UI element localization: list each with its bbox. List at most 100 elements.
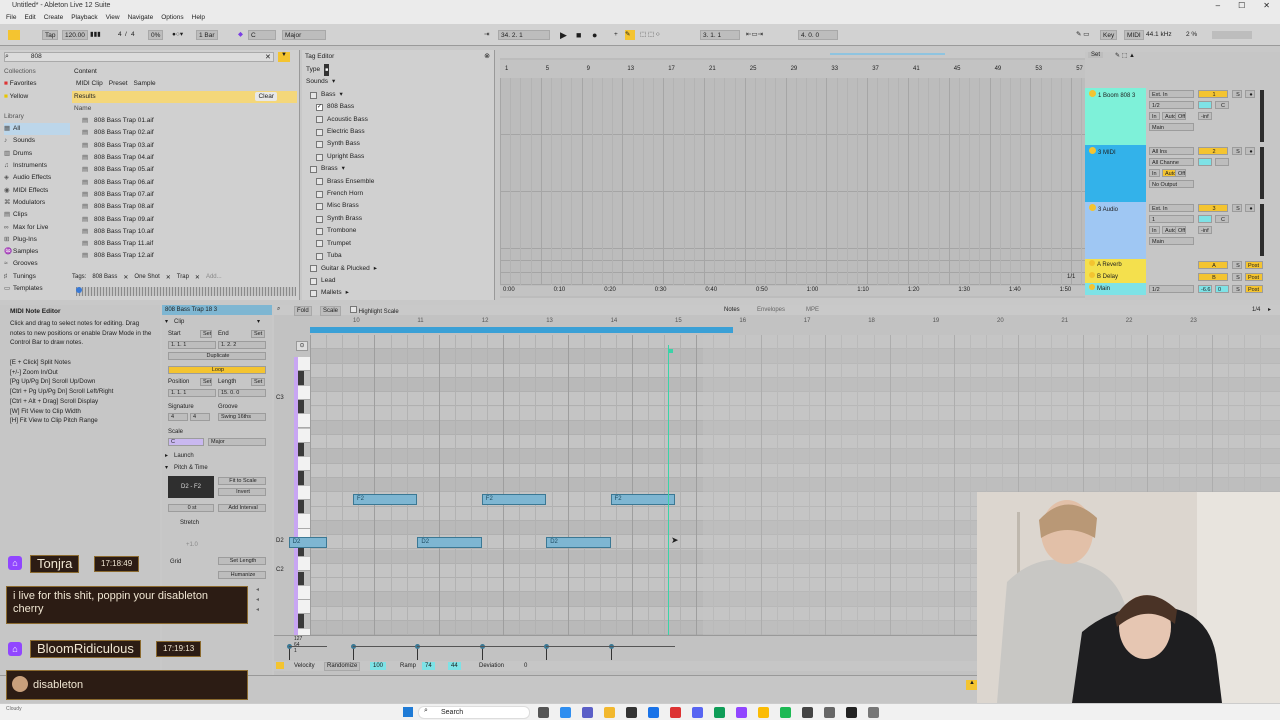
clip-menu-icon[interactable]: ▾ (257, 318, 260, 326)
return-letter[interactable]: B (1198, 273, 1228, 281)
tag-item[interactable]: Misc Brass (306, 200, 491, 212)
add-interval-button[interactable]: Add Interval (218, 504, 266, 512)
input-channel-select[interactable]: 1 (1149, 215, 1194, 223)
set-button[interactable]: Set (1088, 52, 1104, 58)
name-column-header[interactable]: Name (72, 103, 297, 115)
piano-keys[interactable] (294, 357, 310, 643)
app-icon[interactable] (714, 707, 725, 718)
return-letter[interactable]: A (1198, 261, 1228, 269)
monitor-in[interactable]: In (1149, 226, 1160, 234)
monitor-off[interactable]: Off (1175, 112, 1186, 120)
solo-button[interactable]: S (1232, 147, 1242, 155)
track-activator-icon[interactable] (1089, 90, 1096, 97)
midi-map-button[interactable]: MIDI (1124, 30, 1144, 40)
tag-checkbox[interactable] (310, 290, 317, 298)
draw-mode-icon[interactable]: ✎ ▭ (1076, 30, 1089, 40)
remove-tag-icon[interactable]: ✕ (195, 274, 200, 281)
menu-options[interactable]: Options (161, 12, 183, 24)
tag-item[interactable]: Synth Bass (306, 138, 491, 150)
filter-midi-clip[interactable]: MIDI Clip (76, 78, 103, 90)
input-channel-select[interactable]: 1/2 (1149, 101, 1194, 109)
meter-denominator[interactable]: 4 (131, 30, 135, 40)
arrangement-overview[interactable] (500, 50, 1085, 58)
tag-item[interactable]: Trombone (306, 225, 491, 237)
output-select[interactable]: Main (1149, 123, 1194, 131)
tag-checkbox[interactable] (316, 190, 323, 198)
main-channel[interactable]: 1/2 (1149, 285, 1194, 293)
scroll-arrows-icon[interactable]: ◂ ◂ ◂ (256, 585, 259, 615)
start-field[interactable]: 1. 1. 1 (168, 341, 216, 349)
close-tag-editor-icon[interactable]: ⊗ (484, 52, 490, 60)
content-label[interactable]: Content (72, 66, 297, 78)
search-notes-icon[interactable]: ⌕ (277, 306, 280, 313)
list-item[interactable]: ▤ 808 Bass Trap 07.aif (72, 189, 297, 201)
list-item[interactable]: ▤ 808 Bass Trap 05.aif (72, 164, 297, 176)
sidebar-item-clips[interactable]: ▤ Clips (4, 209, 70, 221)
remove-tag-icon[interactable]: ✕ (166, 274, 171, 281)
song-position[interactable]: 34. 2. 1 (498, 30, 550, 40)
input-channel-select[interactable]: All Channe (1149, 158, 1194, 166)
clear-button[interactable]: Clear (255, 91, 277, 101)
randomize-amount[interactable]: 100 (370, 662, 387, 670)
position-field[interactable]: 1. 1. 1 (168, 389, 216, 397)
tag-checkbox[interactable]: ✓ (316, 103, 323, 111)
time-ruler[interactable]: 0:00 0:10 0:20 0:30 0:40 0:50 1:00 1:10 1:20 1:30… (500, 286, 1085, 296)
track-number[interactable]: 3 (1198, 204, 1228, 212)
chrome-icon[interactable] (758, 707, 769, 718)
add-tag-button[interactable]: Add... (206, 274, 222, 280)
tag-item[interactable]: Mallets ▸ (306, 287, 491, 299)
quantize-select[interactable]: 1 Bar (196, 30, 218, 40)
tag-item[interactable]: Upright Bass (306, 151, 491, 163)
track-number[interactable]: 1 (1198, 90, 1228, 98)
pan-field[interactable] (1215, 158, 1229, 166)
maximize-icon[interactable]: ☐ (1238, 0, 1245, 12)
end-set-button[interactable]: Set (251, 330, 265, 338)
tag-item[interactable]: Guitar & Plucked ▸ (306, 263, 491, 275)
midi-note[interactable]: D2 (288, 537, 328, 548)
duplicate-button[interactable]: Duplicate (168, 352, 266, 360)
app-icon[interactable] (802, 707, 813, 718)
menu-navigate[interactable]: Navigate (128, 12, 154, 24)
list-item[interactable]: ▤ 808 Bass Trap 08.aif (72, 201, 297, 213)
tag-item[interactable]: Acoustic Bass (306, 114, 491, 126)
grid-fraction[interactable]: 1/4 (1252, 306, 1260, 314)
teams-icon[interactable] (582, 707, 593, 718)
swing-field[interactable]: 0% (148, 30, 164, 40)
tag-checkbox[interactable] (310, 265, 317, 273)
remove-tag-icon[interactable]: ✕ (123, 274, 128, 281)
ramp-start[interactable]: 74 (422, 662, 435, 670)
list-item[interactable]: ▤ 808 Bass Trap 03.aif (72, 140, 297, 152)
monitor-auto[interactable]: Auto (1162, 112, 1176, 120)
app-icon[interactable] (670, 707, 681, 718)
tag-item[interactable]: Electric Bass (306, 126, 491, 138)
bar-ruler[interactable]: 1 5 9 13 17 21 25 29 33 37 41 45 49 53 57 (500, 60, 1085, 78)
sounds-header[interactable]: Sounds ▾ (306, 76, 491, 88)
groove-select[interactable]: Swing 16ths (218, 413, 266, 421)
menu-edit[interactable]: Edit (24, 12, 35, 24)
midi-note[interactable]: F2 (481, 494, 547, 505)
tag-checkbox[interactable] (316, 227, 323, 235)
search-input[interactable]: 808 (11, 53, 42, 60)
pan-field[interactable]: C (1215, 215, 1229, 223)
punch-icon[interactable]: ⇤▭⇥ (746, 30, 763, 40)
session-record-icon[interactable]: ⬚ ⬚ ○ (640, 30, 660, 40)
invert-button[interactable]: Invert (218, 488, 266, 496)
monitor-auto[interactable]: Auto (1162, 169, 1176, 177)
arm-button[interactable]: ● (1245, 204, 1255, 212)
velocity-toggle-icon[interactable] (276, 662, 284, 669)
track-number[interactable]: 2 (1198, 147, 1228, 155)
tab-notes[interactable]: Notes (724, 306, 740, 314)
filter-sample[interactable]: Sample (134, 78, 156, 90)
tag-item[interactable]: Trumpet (306, 238, 491, 250)
launch-section[interactable]: Launch (174, 452, 194, 460)
monitor-in[interactable]: In (1149, 169, 1160, 177)
ableton-icon[interactable] (846, 707, 857, 718)
clip-scale-select[interactable]: Major (208, 438, 266, 446)
settings-icon[interactable] (868, 707, 879, 718)
close-icon[interactable]: ✕ (1263, 0, 1270, 12)
tag-checkbox[interactable] (316, 252, 323, 260)
solo-button[interactable]: S (1232, 90, 1242, 98)
sidebar-item-all[interactable]: ▦ All (4, 123, 70, 136)
tag-item[interactable]: Tuba (306, 250, 491, 262)
key-select[interactable]: C (248, 30, 276, 40)
